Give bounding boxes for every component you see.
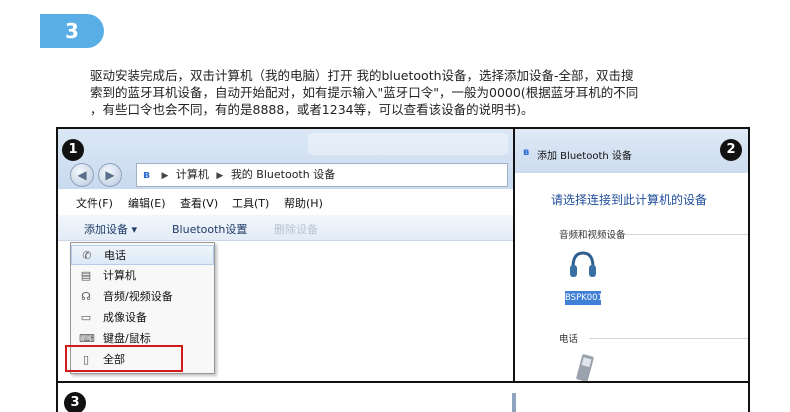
dropdown-item-label: 键盘/鼠标: [103, 332, 151, 345]
breadcrumb-separator-icon: ▶: [161, 171, 169, 181]
highlight-box-all: [65, 345, 183, 372]
dropdown-item-imaging[interactable]: ▭ 成像设备: [71, 308, 214, 328]
keyboard-icon: ⌨: [79, 332, 95, 345]
menu-bar: 文件(F) 编辑(E) 查看(V) 工具(T) 帮助(H): [58, 191, 513, 213]
instruction-line-2: 索到的蓝牙耳机设备，自动开始配对，如有提示输入"蓝牙口令"，一般为0000(根据…: [90, 85, 639, 100]
mobile-phone-icon[interactable]: [575, 353, 595, 381]
menu-view[interactable]: 查看(V): [180, 195, 218, 211]
menu-tools[interactable]: 工具(T): [232, 195, 269, 211]
step-badge: 3: [40, 14, 104, 48]
panel-3-window-edge: [512, 393, 516, 412]
panel-divider-horizontal: [56, 381, 750, 383]
dropdown-item-label: 电话: [104, 249, 126, 262]
menu-help[interactable]: 帮助(H): [284, 195, 323, 211]
breadcrumb-bluetooth-devices[interactable]: 我的 Bluetooth 设备: [231, 168, 335, 181]
section-divider: [625, 234, 748, 235]
add-device-button[interactable]: 添加设备 ▾: [84, 221, 137, 237]
explorer-window: ◀ ▶ ʙ ▶ 计算机 ▶ 我的 Bluetooth 设备 文件(F) 编辑(E…: [58, 129, 513, 381]
device-bspk001[interactable]: BSPK001: [565, 291, 603, 305]
toolbar: 添加设备 ▾ Bluetooth设置 删除设备: [58, 215, 513, 241]
step-marker-1: 1: [62, 139, 84, 161]
instruction-line-3: ，有些口令也会不同，有的是8888，或者1234等，可以查看该设备的说明书)。: [90, 102, 534, 117]
dropdown-item-audio-video[interactable]: ☊ 音频/视频设备: [71, 287, 214, 307]
breadcrumb-computer[interactable]: 计算机: [176, 168, 209, 181]
instruction-text: 驱动安装完成后，双击计算机（我的电脑）打开 我的bluetooth设备，选择添加…: [90, 67, 750, 118]
back-button[interactable]: ◀: [70, 163, 94, 187]
bluetooth-settings-button[interactable]: Bluetooth设置: [172, 221, 247, 237]
watermark-area: [308, 133, 508, 155]
dropdown-item-phone[interactable]: ✆ 电话: [71, 245, 214, 265]
panel-divider-vertical: [513, 127, 515, 382]
section-audio-video: 音频和视频设备: [559, 230, 626, 241]
dropdown-item-label: 音频/视频设备: [103, 290, 173, 303]
panel-3: [58, 383, 748, 412]
dialog-heading: 请选择连接到此计算机的设备: [551, 193, 708, 207]
scanner-icon: ▭: [80, 311, 92, 324]
section-divider: [589, 338, 748, 339]
dialog-title: 添加 Bluetooth 设备: [537, 151, 632, 162]
computer-icon: ▤: [80, 269, 92, 282]
dropdown-item-label: 计算机: [103, 269, 136, 282]
instruction-line-1: 驱动安装完成后，双击计算机（我的电脑）打开 我的bluetooth设备，选择添加…: [90, 68, 634, 83]
section-phone: 电话: [559, 334, 579, 345]
dropdown-item-computer[interactable]: ▤ 计算机: [71, 266, 214, 286]
bluetooth-icon: ʙ: [523, 147, 530, 158]
address-bar[interactable]: ʙ ▶ 计算机 ▶ 我的 Bluetooth 设备: [136, 163, 508, 187]
forward-button[interactable]: ▶: [98, 163, 122, 187]
phone-icon: ✆: [82, 249, 92, 262]
breadcrumb-separator-icon: ▶: [216, 171, 224, 181]
menu-edit[interactable]: 编辑(E): [128, 195, 166, 211]
bluetooth-icon: ʙ: [143, 168, 150, 181]
dropdown-item-label: 成像设备: [103, 311, 147, 324]
headphones-icon: ☊: [81, 290, 91, 303]
dialog-title-bar: ʙ 添加 Bluetooth 设备: [515, 129, 748, 173]
menu-file[interactable]: 文件(F): [76, 195, 113, 211]
add-bluetooth-dialog: ʙ 添加 Bluetooth 设备 请选择连接到此计算机的设备 音频和视频设备 …: [515, 129, 748, 381]
headphones-icon[interactable]: [569, 249, 597, 279]
step-marker-2: 2: [720, 139, 742, 161]
delete-device-button: 删除设备: [274, 223, 318, 236]
step-marker-3: 3: [64, 392, 86, 412]
